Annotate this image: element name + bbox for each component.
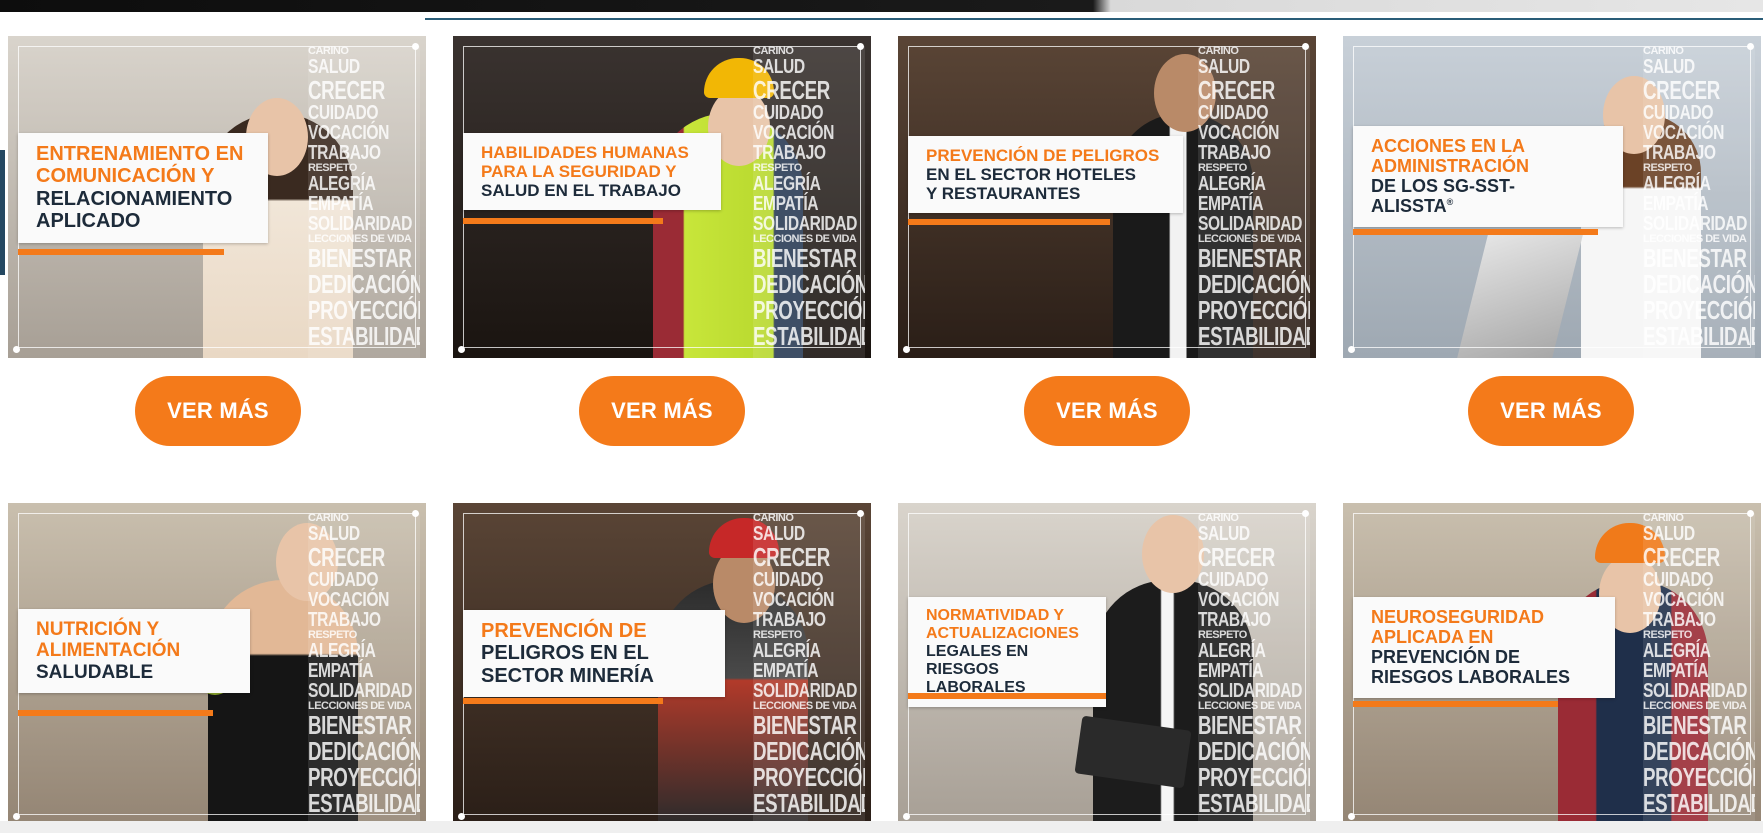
- course-card-habilidades[interactable]: CARIÑO SALUD CRECER CUIDADO VOCACIÓN TRABAJO R…: [453, 36, 871, 358]
- course-title-banner: ENTRENAMIENTO EN COMUNICACIÓN Y RELACIONAM…: [18, 133, 268, 243]
- title-underline: [1353, 701, 1558, 707]
- frame-dot: [13, 813, 20, 820]
- ver-mas-button[interactable]: VER MÁS: [135, 376, 301, 446]
- frame-dot: [1348, 813, 1355, 820]
- title-underline: [18, 249, 224, 255]
- top-dark-bar: [0, 0, 1763, 12]
- course-title-banner: PREVENCIÓN DE PELIGROS EN EL SECTOR HOTEL…: [908, 136, 1183, 214]
- course-title-banner: NEUROSEGURIDAD APLICADA EN PREVENCIÓN DE RI…: [1353, 597, 1615, 698]
- course-card-hoteles[interactable]: CARIÑO SALUD CRECER CUIDADO VOCACIÓN TRABAJO R…: [898, 36, 1316, 358]
- title-underline: [1353, 229, 1598, 235]
- course-title-banner: PREVENCIÓN DE PELIGROS EN EL SECTOR MINERÍ…: [463, 610, 725, 698]
- ver-mas-button[interactable]: VER MÁS: [579, 376, 745, 446]
- frame-dot: [903, 813, 910, 820]
- title-underline: [463, 218, 663, 224]
- course-card-mineria[interactable]: CARIÑO SALUD CRECER CUIDADO VOCACIÓN TRABAJO R…: [453, 503, 871, 825]
- course-card-normatividad[interactable]: CARIÑO SALUD CRECER CUIDADO VOCACIÓN TRABAJO R…: [898, 503, 1316, 825]
- course-card-comunicacion[interactable]: CARIÑO SALUD CRECER CUIDADO VOCACIÓN TRABAJO R…: [8, 36, 426, 358]
- course-title-banner: HABILIDADES HUMANAS PARA LA SEGURIDAD Y SA…: [463, 133, 721, 211]
- course-title-banner: NORMATIVIDAD Y ACTUALIZACIONES LEGALES EN R…: [908, 597, 1106, 707]
- course-card-neuroseguridad[interactable]: CARIÑO SALUD CRECER CUIDADO VOCACIÓN TRABAJO R…: [1343, 503, 1761, 825]
- bottom-strip: [0, 821, 1763, 833]
- left-edge-accent: [0, 150, 5, 275]
- title-underline: [463, 698, 663, 704]
- title-underline: [18, 710, 213, 716]
- frame-dot: [1348, 346, 1355, 353]
- course-card-sgsst[interactable]: CARIÑO SALUD CRECER CUIDADO VOCACIÓN TRABAJO R…: [1343, 36, 1761, 358]
- title-underline: [908, 693, 1106, 699]
- header-divider: [425, 18, 1763, 20]
- course-title-banner: ACCIONES EN LA ADMINISTRACIÓN DE LOS SG-SS…: [1353, 126, 1623, 227]
- frame-dot: [458, 813, 465, 820]
- course-card-nutricion[interactable]: CARIÑO SALUD CRECER CUIDADO VOCACIÓN TRABAJO R…: [8, 503, 426, 825]
- frame-dot: [903, 346, 910, 353]
- course-title-banner: NUTRICIÓN Y ALIMENTACIÓN SALUDABLE: [18, 609, 250, 693]
- frame-dot: [13, 346, 20, 353]
- ver-mas-button[interactable]: VER MÁS: [1468, 376, 1634, 446]
- title-underline: [908, 219, 1110, 225]
- ver-mas-button[interactable]: VER MÁS: [1024, 376, 1190, 446]
- frame-dot: [458, 346, 465, 353]
